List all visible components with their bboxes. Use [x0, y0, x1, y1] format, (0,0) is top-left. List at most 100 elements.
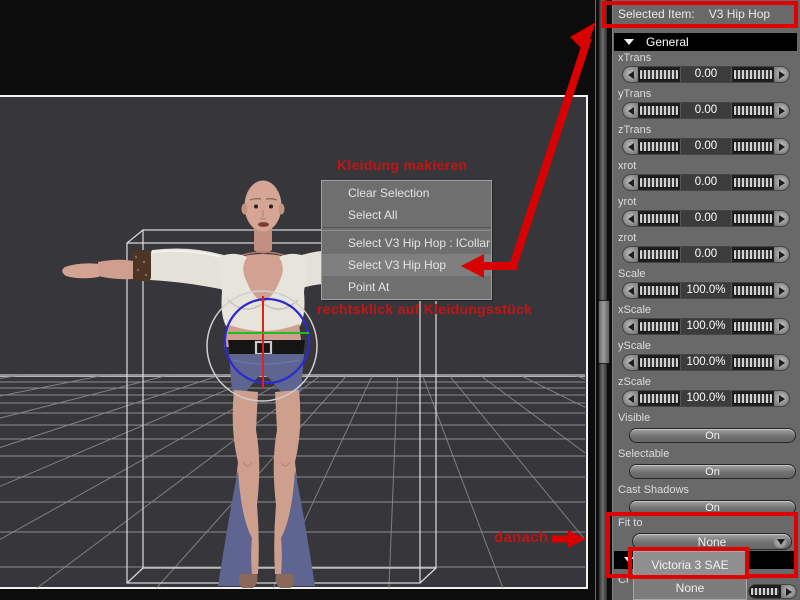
fit-to-dropdown[interactable]: None: [632, 533, 792, 550]
param-row-xtrans: xTrans 0.00: [612, 52, 800, 88]
arrow-left-icon[interactable]: [623, 175, 638, 190]
arrow-right-icon[interactable]: [774, 391, 789, 406]
fit-to-dropdown-list: Victoria 3 SAE None: [633, 551, 747, 600]
slider-rib[interactable]: [733, 393, 773, 404]
arrow-left-icon[interactable]: [623, 247, 638, 262]
slider-rib[interactable]: [639, 141, 679, 152]
slider-rib[interactable]: [733, 141, 773, 152]
slider-rib[interactable]: [639, 357, 679, 368]
param-slider[interactable]: 0.00: [622, 102, 790, 119]
arrow-left-icon[interactable]: [623, 355, 638, 370]
arrow-right-icon[interactable]: [774, 103, 789, 118]
arrow-left-icon[interactable]: [623, 67, 638, 82]
arrow-right-icon[interactable]: [781, 585, 796, 598]
param-value[interactable]: 100.0%: [680, 283, 732, 298]
arrow-right-icon[interactable]: [774, 67, 789, 82]
slider-rib[interactable]: [639, 285, 679, 296]
slider-rib[interactable]: [639, 105, 679, 116]
menu-item-select-lcollar[interactable]: Select V3 Hip Hop : lCollar: [322, 232, 491, 254]
slider-rib[interactable]: [733, 249, 773, 260]
arrow-right-icon[interactable]: [774, 211, 789, 226]
param-value[interactable]: 0.00: [680, 175, 732, 190]
slider-rib[interactable]: [750, 587, 780, 596]
menu-item-select-all[interactable]: Select All: [322, 204, 491, 226]
menu-separator: [322, 227, 491, 231]
section-header-general[interactable]: General: [614, 33, 797, 51]
param-slider[interactable]: 0.00: [622, 66, 790, 83]
dropdown-option-none[interactable]: None: [634, 578, 746, 599]
param-value[interactable]: 100.0%: [680, 391, 732, 406]
param-slider[interactable]: 100.0%: [622, 318, 790, 335]
slider-rib[interactable]: [639, 249, 679, 260]
param-label: xScale: [618, 304, 652, 316]
arrow-left-icon[interactable]: [623, 139, 638, 154]
param-slider[interactable]: 100.0%: [622, 282, 790, 299]
slider-rib[interactable]: [733, 357, 773, 368]
slider-rib[interactable]: [733, 177, 773, 188]
arrow-left-icon[interactable]: [623, 391, 638, 406]
param-value[interactable]: 100.0%: [680, 355, 732, 370]
slider-rib[interactable]: [733, 105, 773, 116]
menu-item-clear-selection[interactable]: Clear Selection: [322, 182, 491, 204]
param-slider[interactable]: 100.0%: [622, 354, 790, 371]
arrow-right-icon[interactable]: [774, 247, 789, 262]
partial-slider-fragment[interactable]: [748, 584, 797, 599]
slider-rib[interactable]: [639, 69, 679, 80]
param-slider[interactable]: 0.00: [622, 174, 790, 191]
param-row-ytrans: yTrans 0.00: [612, 88, 800, 124]
slider-rib[interactable]: [639, 321, 679, 332]
param-row-yscale: yScale 100.0%: [612, 340, 800, 376]
slider-rib[interactable]: [733, 69, 773, 80]
param-label: yTrans: [618, 88, 652, 100]
param-row-xscale: xScale 100.0%: [612, 304, 800, 340]
arrow-left-icon[interactable]: [623, 283, 638, 298]
param-slider[interactable]: 0.00: [622, 246, 790, 263]
param-value[interactable]: 0.00: [680, 103, 732, 118]
param-label: yScale: [618, 340, 652, 352]
param-row-zscale: zScale 100.0%: [612, 376, 800, 412]
slider-rib[interactable]: [733, 321, 773, 332]
param-label: zTrans: [618, 124, 652, 136]
param-row-ztrans: zTrans 0.00: [612, 124, 800, 160]
param-value[interactable]: 100.0%: [680, 319, 732, 334]
slider-rib[interactable]: [639, 393, 679, 404]
fit-to-label: Fit to: [618, 517, 643, 529]
param-row-xrot: xrot 0.00: [612, 160, 800, 196]
arrow-left-icon[interactable]: [623, 319, 638, 334]
scrollbar-handle[interactable]: [598, 300, 610, 364]
slider-rib[interactable]: [733, 285, 773, 296]
param-value[interactable]: 0.00: [680, 247, 732, 262]
param-value[interactable]: 0.00: [680, 67, 732, 82]
arrow-right-icon[interactable]: [774, 139, 789, 154]
param-value[interactable]: 0.00: [680, 139, 732, 154]
chevron-down-icon[interactable]: [774, 536, 787, 548]
visible-toggle-button[interactable]: On: [629, 428, 796, 443]
param-row-zrot: zrot 0.00: [612, 232, 800, 268]
cast-shadows-toggle-button[interactable]: On: [629, 500, 796, 515]
param-slider[interactable]: 100.0%: [622, 390, 790, 407]
arrow-left-icon[interactable]: [623, 103, 638, 118]
annotation-right-click: rechtsklick auf Kleidungsstück: [317, 301, 533, 317]
arrow-right-icon[interactable]: [774, 175, 789, 190]
param-slider[interactable]: 0.00: [622, 210, 790, 227]
selectable-toggle-button[interactable]: On: [629, 464, 796, 479]
param-row-scale: Scale 100.0%: [612, 268, 800, 304]
toggle-row-selectable: Selectable On: [612, 448, 800, 484]
arrow-left-icon[interactable]: [623, 211, 638, 226]
dropdown-option-victoria-3-sae[interactable]: Victoria 3 SAE: [634, 552, 746, 578]
slider-rib[interactable]: [639, 177, 679, 188]
arrow-right-icon[interactable]: [774, 355, 789, 370]
arrow-right-icon[interactable]: [774, 283, 789, 298]
selected-item-bar: Selected Item: V3 Hip Hop: [618, 7, 770, 21]
selected-item-value: V3 Hip Hop: [708, 7, 771, 21]
slider-rib[interactable]: [733, 213, 773, 224]
menu-item-select-v3-hip-hop[interactable]: Select V3 Hip Hop: [322, 254, 491, 276]
param-value[interactable]: 0.00: [680, 211, 732, 226]
slider-rib[interactable]: [639, 213, 679, 224]
arrow-right-icon[interactable]: [774, 319, 789, 334]
param-slider[interactable]: 0.00: [622, 138, 790, 155]
lace-cuff: [131, 250, 151, 281]
menu-item-point-at[interactable]: Point At: [322, 276, 491, 298]
section-general-label: General: [646, 35, 689, 49]
3d-viewport[interactable]: [0, 0, 594, 600]
